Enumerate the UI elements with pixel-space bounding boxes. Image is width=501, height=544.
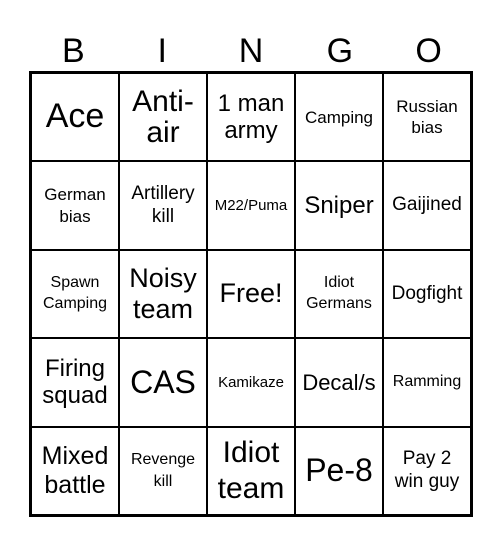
bingo-header: B I N G O xyxy=(29,30,473,72)
bingo-cell[interactable]: German bias xyxy=(31,161,119,250)
bingo-cell[interactable]: Russian bias xyxy=(383,73,471,162)
bingo-cell[interactable]: Pay 2 win guy xyxy=(383,426,471,515)
bingo-cell[interactable]: Artillery kill xyxy=(119,161,207,250)
bingo-cell[interactable]: Ramming xyxy=(383,338,471,427)
bingo-cell[interactable]: Noisy team xyxy=(119,249,207,339)
bingo-grid: Ace Anti-air 1 man army Camping Russian … xyxy=(29,71,473,517)
bingo-cell[interactable]: Revenge kill xyxy=(119,426,207,515)
bingo-cell[interactable]: Idiot Germans xyxy=(295,249,383,339)
bingo-cell[interactable]: Sniper xyxy=(295,161,383,250)
free-space-cell[interactable]: Free! xyxy=(207,249,295,339)
bingo-cell[interactable]: Camping xyxy=(295,73,383,162)
header-letter-i: I xyxy=(157,32,167,70)
bingo-cell[interactable]: Ace xyxy=(31,73,119,162)
bingo-cell[interactable]: Dogfight xyxy=(383,249,471,339)
bingo-cell[interactable]: Idiot team xyxy=(207,426,295,515)
bingo-cell[interactable]: Firing squad xyxy=(31,338,119,427)
header-letter-b: B xyxy=(62,32,85,70)
bingo-cell[interactable]: Decal/s xyxy=(295,338,383,427)
bingo-cell[interactable]: Spawn Camping xyxy=(31,249,119,339)
header-letter-o: O xyxy=(415,32,442,70)
bingo-cell[interactable]: Anti-air xyxy=(119,73,207,162)
bingo-cell[interactable]: Gaijined xyxy=(383,161,471,250)
bingo-cell[interactable]: Kamikaze xyxy=(207,338,295,427)
bingo-cell[interactable]: Mixed battle xyxy=(31,426,119,515)
bingo-cell[interactable]: M22/Puma xyxy=(207,161,295,250)
bingo-cell[interactable]: CAS xyxy=(119,338,207,427)
header-letter-g: G xyxy=(326,32,354,70)
bingo-cell[interactable]: Pe-8 xyxy=(295,426,383,515)
bingo-cell[interactable]: 1 man army xyxy=(207,73,295,162)
header-letter-n: N xyxy=(238,32,264,70)
